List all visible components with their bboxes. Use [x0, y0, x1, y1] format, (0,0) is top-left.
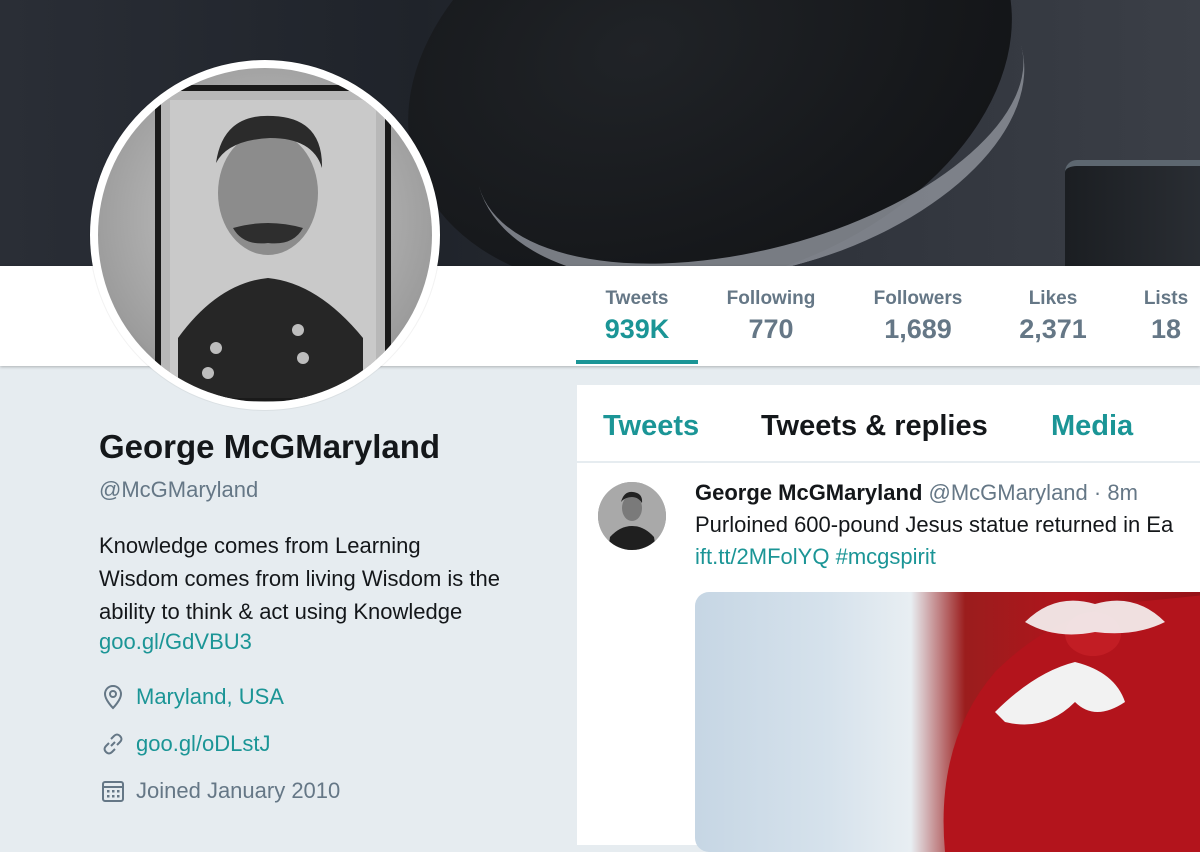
- stat-label: Following: [726, 288, 816, 309]
- tab-media[interactable]: Media: [1051, 410, 1133, 443]
- bio-link[interactable]: goo.gl/GdVBU3: [99, 629, 252, 655]
- website-text: goo.gl/oDLstJ: [136, 731, 271, 756]
- profile-avatar[interactable]: [90, 60, 440, 410]
- stat-tweets[interactable]: Tweets 939K: [576, 288, 698, 345]
- tweet-avatar[interactable]: [598, 482, 666, 550]
- stat-label: Tweets: [605, 288, 669, 309]
- portrait-illustration: [155, 85, 391, 401]
- location-text: Maryland, USA: [136, 684, 284, 709]
- bio-line: Knowledge comes from Learning: [99, 533, 421, 558]
- banner-rim-shape: [437, 0, 1063, 266]
- banner-cup-shape: [1065, 160, 1200, 266]
- media-photo: [943, 595, 1200, 852]
- avatar-image: [98, 68, 432, 402]
- tweet-avatar-portrait: [598, 482, 666, 550]
- stat-value: 2,371: [1019, 314, 1087, 344]
- profile-handle[interactable]: @McGMaryland: [99, 477, 258, 503]
- tweet-links: ift.tt/2MFolYQ #mcgspirit: [695, 544, 936, 570]
- stat-label: Likes: [1028, 288, 1078, 309]
- stat-value: 770: [748, 314, 794, 344]
- tab-tweets-replies[interactable]: Tweets & replies: [761, 410, 988, 443]
- stat-label: Followers: [873, 288, 963, 309]
- tab-tweets[interactable]: Tweets: [603, 410, 699, 443]
- tweet-author-handle[interactable]: @McGMaryland: [929, 480, 1088, 505]
- tab-divider: [577, 461, 1200, 463]
- profile-bio: Knowledge comes from Learning Wisdom com…: [99, 529, 559, 628]
- profile-joined: Joined January 2010: [99, 777, 340, 805]
- tweet-link[interactable]: ift.tt/2MFolYQ: [695, 544, 829, 569]
- tweet-media-image[interactable]: [695, 592, 1200, 852]
- active-tab-underline: [576, 360, 698, 364]
- timeline-panel: Tweets Tweets & replies Media George McG…: [577, 385, 1200, 852]
- bio-line: ability to think & act using Knowledge: [99, 599, 463, 624]
- calendar-icon: [102, 781, 124, 802]
- tweet-text: Purloined 600-pound Jesus statue returne…: [695, 512, 1174, 537]
- tweet-timestamp[interactable]: 8m: [1107, 480, 1138, 505]
- stat-value: 1,689: [884, 314, 952, 344]
- tweet-hashtag[interactable]: #mcgspirit: [836, 544, 936, 569]
- stat-likes[interactable]: Likes 2,371: [1004, 288, 1102, 345]
- profile-name[interactable]: George McGMaryland: [99, 428, 440, 466]
- joined-text: Joined January 2010: [136, 778, 341, 803]
- location-pin-icon: [103, 684, 123, 710]
- stat-value: 18: [1150, 314, 1182, 344]
- stat-value: 939K: [604, 314, 670, 344]
- stat-lists[interactable]: Lists 18: [1135, 288, 1197, 345]
- profile-website[interactable]: goo.gl/oDLstJ: [99, 730, 271, 758]
- bio-line: Wisdom comes from living Wisdom is the: [99, 566, 500, 591]
- tweet-separator: ·: [1093, 480, 1102, 505]
- tweet-author-name[interactable]: George McGMaryland: [695, 480, 922, 505]
- stat-followers[interactable]: Followers 1,689: [857, 288, 979, 345]
- stat-label: Lists: [1143, 288, 1189, 309]
- tweet-header: George McGMaryland @McGMaryland · 8m: [695, 480, 1138, 506]
- stat-following[interactable]: Following 770: [712, 288, 830, 345]
- link-icon: [103, 733, 123, 755]
- profile-location[interactable]: Maryland, USA: [99, 683, 284, 711]
